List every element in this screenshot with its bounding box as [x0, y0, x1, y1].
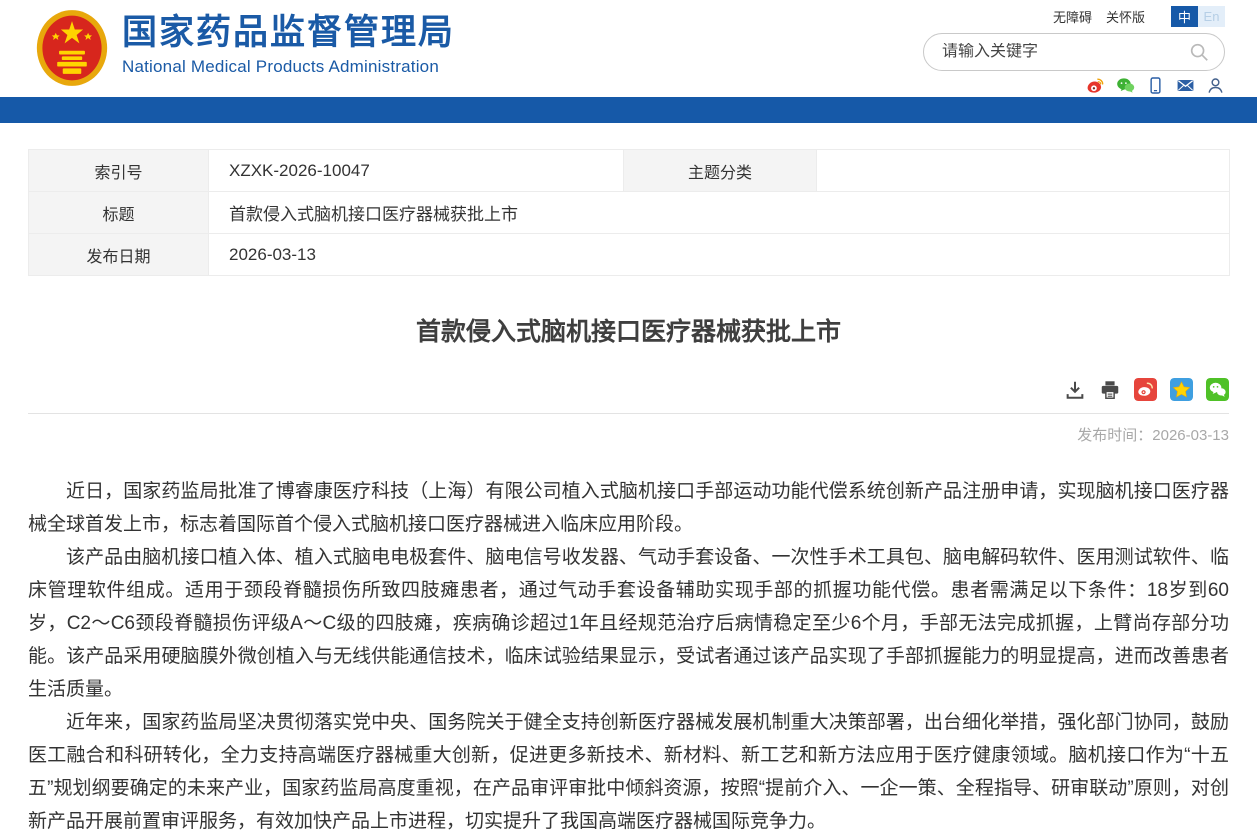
main-content: 索引号 XZXK-2026-10047 主题分类 标题 首款侵入式脑机接口医疗器… [0, 149, 1257, 832]
user-icon[interactable] [1206, 76, 1225, 95]
lang-zh-button[interactable]: 中 [1171, 6, 1198, 27]
topbar: 无障碍 关怀版 中 En [1053, 6, 1225, 27]
article-paragraph: 该产品由脑机接口植入体、植入式脑电电极套件、脑电信号收发器、气动手套设备、一次性… [28, 541, 1229, 706]
article-paragraph: 近年来，国家药监局坚决贯彻落实党中央、国务院关于健全支持创新医疗器械发展机制重大… [28, 706, 1229, 832]
site-name-zh: 国家药品监督管理局 [122, 13, 455, 53]
search-icon[interactable] [1188, 41, 1210, 63]
topic-category-value [817, 150, 1230, 192]
mail-icon[interactable] [1176, 76, 1195, 95]
wechat-icon[interactable] [1116, 76, 1135, 95]
mobile-icon[interactable] [1146, 76, 1165, 95]
download-icon[interactable] [1064, 379, 1086, 401]
search-box [923, 33, 1225, 71]
national-emblem-logo [35, 8, 109, 88]
table-row: 索引号 XZXK-2026-10047 主题分类 [29, 150, 1230, 192]
publish-date-value: 2026-03-13 [209, 234, 1230, 276]
publish-time: 发布时间：2026-03-13 [28, 424, 1229, 445]
table-row: 标题 首款侵入式脑机接口医疗器械获批上市 [29, 192, 1230, 234]
table-row: 发布日期 2026-03-13 [29, 234, 1230, 276]
wechat-share-icon[interactable] [1206, 378, 1229, 401]
accessibility-link[interactable]: 无障碍 [1053, 7, 1092, 26]
index-number-value: XZXK-2026-10047 [209, 150, 624, 192]
weibo-share-icon[interactable] [1134, 378, 1157, 401]
article-tools-row [28, 378, 1229, 414]
index-number-label: 索引号 [29, 150, 209, 192]
topic-category-label: 主题分类 [624, 150, 817, 192]
title-value: 首款侵入式脑机接口医疗器械获批上市 [209, 192, 1230, 234]
qzone-share-icon[interactable] [1170, 378, 1193, 401]
search-input[interactable] [942, 43, 1188, 61]
header-social-icons [1086, 76, 1225, 95]
publish-time-value: 2026-03-13 [1152, 427, 1229, 444]
document-info-table: 索引号 XZXK-2026-10047 主题分类 标题 首款侵入式脑机接口医疗器… [28, 149, 1230, 276]
page: 无障碍 关怀版 中 En 国家药品监督管理局 National Medical … [0, 0, 1257, 832]
article-paragraph: 近日，国家药监局批准了博睿康医疗科技（上海）有限公司植入式脑机接口手部运动功能代… [28, 475, 1229, 541]
site-name-en: National Medical Products Administration [122, 57, 455, 77]
lang-en-button[interactable]: En [1198, 6, 1225, 27]
site-title-block: 国家药品监督管理局 National Medical Products Admi… [122, 13, 455, 77]
article-title: 首款侵入式脑机接口医疗器械获批上市 [28, 312, 1229, 348]
header-blue-band [0, 97, 1257, 123]
site-header: 无障碍 关怀版 中 En 国家药品监督管理局 National Medical … [0, 0, 1257, 97]
print-icon[interactable] [1099, 379, 1121, 401]
publish-time-label: 发布时间： [1077, 427, 1152, 444]
language-toggle: 中 En [1171, 6, 1225, 27]
title-label: 标题 [29, 192, 209, 234]
weibo-icon[interactable] [1086, 76, 1105, 95]
article-body: 近日，国家药监局批准了博睿康医疗科技（上海）有限公司植入式脑机接口手部运动功能代… [28, 475, 1229, 832]
care-mode-link[interactable]: 关怀版 [1106, 7, 1145, 26]
publish-date-label: 发布日期 [29, 234, 209, 276]
